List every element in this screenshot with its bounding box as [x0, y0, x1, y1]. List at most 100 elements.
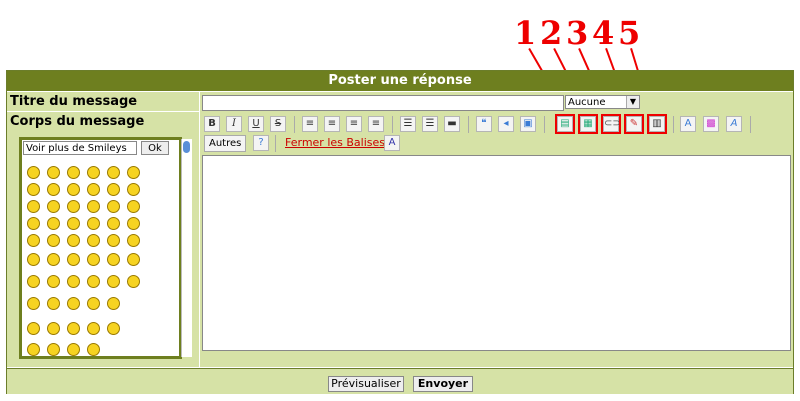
close-tags-link[interactable]: Fermer les Balises [285, 136, 385, 149]
separator [544, 116, 545, 133]
smiley-icon[interactable] [107, 297, 120, 310]
smiley-icon[interactable] [27, 183, 40, 196]
smileys-ok-button[interactable]: Ok [141, 141, 169, 155]
strike-button[interactable]: S [270, 116, 286, 132]
smiley-icon[interactable] [67, 234, 80, 247]
scroll-thumb[interactable] [183, 141, 190, 153]
smiley-icon[interactable] [127, 166, 140, 179]
highlight-box-5 [647, 114, 667, 134]
smiley-scrollbar[interactable] [181, 139, 192, 357]
separator [294, 116, 295, 133]
smiley-icon[interactable] [27, 253, 40, 266]
smiley-icon[interactable] [67, 200, 80, 213]
smiley-icon[interactable] [87, 297, 100, 310]
smiley-icon[interactable] [67, 297, 80, 310]
annotation-5: 5 [618, 14, 641, 52]
message-icon-select-value: Aucune [568, 97, 606, 108]
align-left-icon[interactable]: ≡ [302, 116, 318, 132]
more-smileys-select[interactable]: Voir plus de Smileys [23, 141, 137, 155]
highlight-box-4 [624, 114, 644, 134]
smiley-icon[interactable] [67, 343, 80, 356]
size-icon[interactable]: A [726, 116, 742, 132]
smiley-icon[interactable] [47, 322, 60, 335]
align-right-icon[interactable]: ≡ [346, 116, 362, 132]
smiley-icon[interactable] [127, 275, 140, 288]
smiley-icon[interactable] [67, 183, 80, 196]
smiley-icon[interactable] [127, 253, 140, 266]
smiley-icon[interactable] [27, 234, 40, 247]
smiley-icon[interactable] [27, 322, 40, 335]
smiley-icon[interactable] [47, 200, 60, 213]
send-button[interactable]: Envoyer [413, 376, 473, 392]
message-icon-select[interactable]: Aucune ▼ [565, 95, 640, 109]
autres-button[interactable]: Autres [204, 135, 247, 152]
smiley-icon[interactable] [47, 275, 60, 288]
quote-icon[interactable]: ❝ [476, 116, 492, 132]
smiley-icon[interactable] [47, 183, 60, 196]
smiley-icon[interactable] [87, 217, 100, 230]
smiley-icon[interactable] [67, 217, 80, 230]
smiley-icon[interactable] [27, 275, 40, 288]
bold-button[interactable]: B [204, 116, 220, 132]
form-header: Poster une réponse [7, 71, 793, 91]
smiley-icon[interactable] [67, 253, 80, 266]
separator [673, 116, 674, 133]
highlight-box-3 [601, 114, 621, 134]
smiley-icon[interactable] [27, 297, 40, 310]
font-icon[interactable]: A [680, 116, 696, 132]
justify-icon[interactable]: ≡ [368, 116, 384, 132]
smiley-icon[interactable] [87, 166, 100, 179]
reply-form: Poster une réponse Titre du message Corp… [6, 70, 794, 394]
smiley-icon[interactable] [47, 253, 60, 266]
smiley-icon[interactable] [87, 200, 100, 213]
separator [468, 116, 469, 133]
smiley-icon[interactable] [47, 217, 60, 230]
title-input[interactable] [202, 95, 564, 111]
italic-button[interactable]: I [226, 116, 242, 132]
help-icon[interactable]: ? [253, 135, 269, 151]
smiley-icon[interactable] [47, 166, 60, 179]
spoiler-icon[interactable]: ▣ [520, 116, 536, 132]
smiley-icon[interactable] [67, 322, 80, 335]
smiley-icon[interactable] [87, 234, 100, 247]
message-body-textarea[interactable] [202, 155, 791, 351]
smiley-icon[interactable] [107, 253, 120, 266]
smiley-icon[interactable] [27, 343, 40, 356]
numbered-list-icon[interactable]: ☰ [422, 116, 438, 132]
clear-format-icon[interactable]: A [384, 135, 400, 151]
smiley-icon[interactable] [107, 275, 120, 288]
smiley-icon[interactable] [127, 200, 140, 213]
smiley-icon[interactable] [67, 275, 80, 288]
underline-button[interactable]: U [248, 116, 264, 132]
smiley-icon[interactable] [107, 234, 120, 247]
smiley-icon[interactable] [47, 343, 60, 356]
smiley-icon[interactable] [87, 253, 100, 266]
separator [392, 116, 393, 133]
smiley-icon[interactable] [127, 183, 140, 196]
smiley-icon[interactable] [107, 322, 120, 335]
smiley-icon[interactable] [87, 343, 100, 356]
smiley-icon[interactable] [47, 297, 60, 310]
smiley-icon[interactable] [127, 217, 140, 230]
align-center-icon[interactable]: ≡ [324, 116, 340, 132]
smiley-icon[interactable] [87, 183, 100, 196]
smiley-icon[interactable] [87, 275, 100, 288]
smiley-icon[interactable] [107, 166, 120, 179]
chevron-down-icon: ▼ [626, 96, 639, 108]
separator [275, 135, 276, 152]
smiley-icon[interactable] [107, 217, 120, 230]
smiley-icon[interactable] [107, 200, 120, 213]
horizontal-rule-icon[interactable]: ▬ [444, 116, 460, 132]
smiley-icon[interactable] [127, 234, 140, 247]
smiley-icon[interactable] [47, 234, 60, 247]
smiley-icon[interactable] [87, 322, 100, 335]
code-icon[interactable]: ◂ [498, 116, 514, 132]
smiley-icon[interactable] [27, 217, 40, 230]
smiley-icon[interactable] [107, 183, 120, 196]
preview-button[interactable]: Prévisualiser [328, 376, 404, 392]
smiley-icon[interactable] [67, 166, 80, 179]
color-icon[interactable]: ▩ [703, 116, 719, 132]
smiley-icon[interactable] [27, 200, 40, 213]
bullet-list-icon[interactable]: ☰ [400, 116, 416, 132]
smiley-icon[interactable] [27, 166, 40, 179]
